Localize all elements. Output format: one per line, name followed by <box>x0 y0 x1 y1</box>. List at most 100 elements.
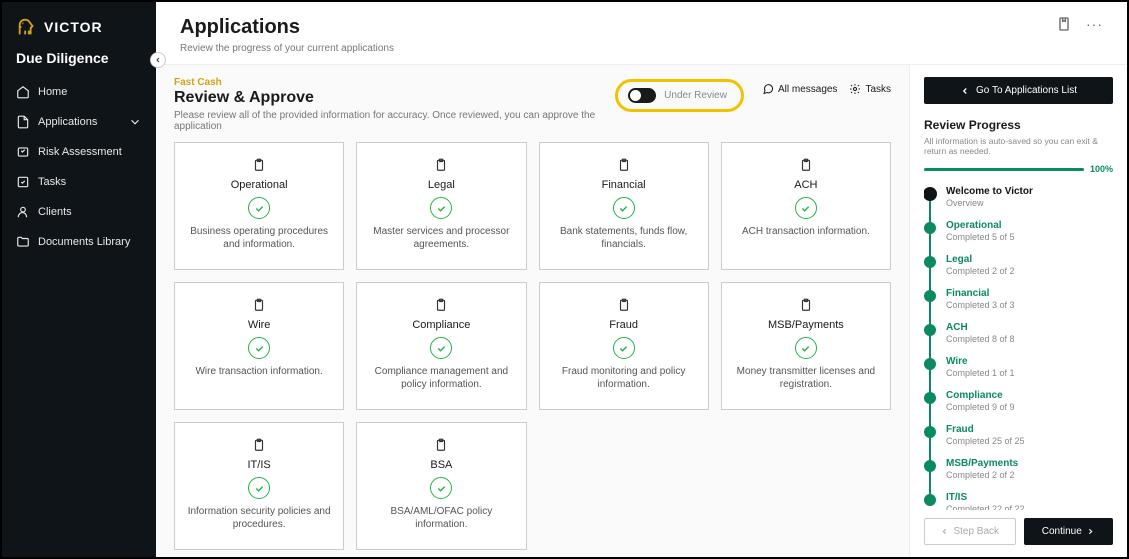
timeline-step[interactable]: MSB/Payments Completed 2 of 2 <box>924 458 1113 480</box>
timeline-sub: Completed 22 of 22 <box>946 504 1113 510</box>
clipboard-icon <box>617 297 631 313</box>
tasks-link[interactable]: Tasks <box>849 83 891 95</box>
nav-label: Documents Library <box>38 236 130 248</box>
timeline-step[interactable]: Welcome to Victor Overview <box>924 186 1113 208</box>
timeline-dot <box>924 187 937 201</box>
nav-tasks[interactable]: Tasks <box>2 168 156 196</box>
category-card[interactable]: Legal Master services and processor agre… <box>356 142 526 270</box>
file-icon <box>16 115 30 129</box>
check-circle-icon <box>248 197 270 219</box>
category-card[interactable]: Compliance Compliance management and pol… <box>356 282 526 410</box>
card-description: Compliance management and policy informa… <box>367 365 515 391</box>
timeline-sub: Completed 5 of 5 <box>946 232 1113 242</box>
topbar: Applications Review the progress of your… <box>156 2 1127 65</box>
shield-icon <box>16 145 30 159</box>
sidebar-collapse-toggle[interactable] <box>150 52 166 68</box>
clipboard-icon <box>252 437 266 453</box>
nav-clients[interactable]: Clients <box>2 198 156 226</box>
timeline-title: IT/IS <box>946 492 1113 503</box>
timeline-step[interactable]: Compliance Completed 9 of 9 <box>924 390 1113 412</box>
merchant-tag: Fast Cash <box>174 77 597 88</box>
all-messages-link[interactable]: All messages <box>762 83 837 95</box>
timeline-step[interactable]: IT/IS Completed 22 of 22 <box>924 492 1113 510</box>
progress-timeline: Welcome to Victor Overview Operational C… <box>924 186 1113 510</box>
status-toggle[interactable] <box>628 88 656 103</box>
section-subtitle: Please review all of the provided inform… <box>174 110 597 132</box>
clipboard-icon <box>799 297 813 313</box>
timeline-step[interactable]: Financial Completed 3 of 3 <box>924 288 1113 310</box>
timeline-title: Legal <box>946 254 1113 265</box>
category-card[interactable]: ACH ACH transaction information. <box>721 142 891 270</box>
nav-label: Applications <box>38 116 97 128</box>
category-card[interactable]: BSA BSA/AML/OFAC policy information. <box>356 422 526 550</box>
progress-bar <box>924 168 1084 171</box>
clipboard-icon <box>434 297 448 313</box>
card-description: ACH transaction information. <box>742 225 870 238</box>
card-title: MSB/Payments <box>768 319 844 331</box>
nav: Home Applications Risk Assessment Tasks … <box>2 78 156 256</box>
timeline-step[interactable]: Legal Completed 2 of 2 <box>924 254 1113 276</box>
clipboard-icon <box>434 157 448 173</box>
check-circle-icon <box>248 477 270 499</box>
timeline-dot <box>924 324 936 336</box>
chevron-left-icon <box>960 86 970 96</box>
timeline-sub: Completed 2 of 2 <box>946 266 1113 276</box>
nav-risk[interactable]: Risk Assessment <box>2 138 156 166</box>
go-to-applications-button[interactable]: Go To Applications List <box>924 77 1113 104</box>
timeline-dot <box>924 256 936 268</box>
progress-percent: 100% <box>1090 164 1113 174</box>
gear-icon <box>849 83 861 95</box>
bookmark-icon[interactable] <box>1056 16 1072 32</box>
timeline-sub: Completed 8 of 8 <box>946 334 1113 344</box>
nav-label: Tasks <box>38 176 66 188</box>
timeline-sub: Completed 25 of 25 <box>946 436 1113 446</box>
check-circle-icon <box>613 197 635 219</box>
timeline-title: ACH <box>946 322 1113 333</box>
progress-title: Review Progress <box>924 118 1113 132</box>
timeline-title: Operational <box>946 220 1113 231</box>
card-title: Legal <box>428 179 455 191</box>
card-description: Master services and processor agreements… <box>367 225 515 251</box>
timeline-sub: Completed 9 of 9 <box>946 402 1113 412</box>
nav-label: Clients <box>38 206 72 218</box>
nav-applications[interactable]: Applications <box>2 108 156 136</box>
timeline-title: Welcome to Victor <box>946 186 1113 197</box>
timeline-sub: Completed 3 of 3 <box>946 300 1113 310</box>
user-icon <box>16 205 30 219</box>
check-circle-icon <box>430 197 452 219</box>
continue-button[interactable]: Continue <box>1024 518 1114 545</box>
timeline-sub: Completed 2 of 2 <box>946 470 1113 480</box>
page-subtitle: Review the progress of your current appl… <box>180 43 394 54</box>
timeline-step[interactable]: ACH Completed 8 of 8 <box>924 322 1113 344</box>
card-description: Fraud monitoring and policy information. <box>550 365 698 391</box>
category-card[interactable]: Financial Bank statements, funds flow, f… <box>539 142 709 270</box>
category-card[interactable]: Operational Business operating procedure… <box>174 142 344 270</box>
more-icon[interactable]: ··· <box>1086 16 1103 32</box>
timeline-title: MSB/Payments <box>946 458 1113 469</box>
card-description: Bank statements, funds flow, financials. <box>550 225 698 251</box>
timeline-dot <box>924 460 936 472</box>
status-toggle-highlight: Under Review <box>615 79 744 112</box>
category-card[interactable]: MSB/Payments Money transmitter licenses … <box>721 282 891 410</box>
timeline-title: Wire <box>946 356 1113 367</box>
check-circle-icon <box>613 337 635 359</box>
home-icon <box>16 85 30 99</box>
category-card[interactable]: Fraud Fraud monitoring and policy inform… <box>539 282 709 410</box>
timeline-dot <box>924 392 936 404</box>
timeline-step[interactable]: Operational Completed 5 of 5 <box>924 220 1113 242</box>
timeline-dot <box>924 426 936 438</box>
product-name: Due Diligence <box>2 48 156 78</box>
nav-documents[interactable]: Documents Library <box>2 228 156 256</box>
card-description: Business operating procedures and inform… <box>185 225 333 251</box>
category-card[interactable]: Wire Wire transaction information. <box>174 282 344 410</box>
card-description: Wire transaction information. <box>195 365 322 378</box>
chevron-down-icon <box>128 115 142 129</box>
timeline-step[interactable]: Wire Completed 1 of 1 <box>924 356 1113 378</box>
timeline-sub: Completed 1 of 1 <box>946 368 1113 378</box>
nav-home[interactable]: Home <box>2 78 156 106</box>
chevron-right-icon <box>1086 527 1095 536</box>
timeline-step[interactable]: Fraud Completed 25 of 25 <box>924 424 1113 446</box>
card-title: Wire <box>248 319 271 331</box>
category-card[interactable]: IT/IS Information security policies and … <box>174 422 344 550</box>
progress-sub: All information is auto-saved so you can… <box>924 136 1113 156</box>
